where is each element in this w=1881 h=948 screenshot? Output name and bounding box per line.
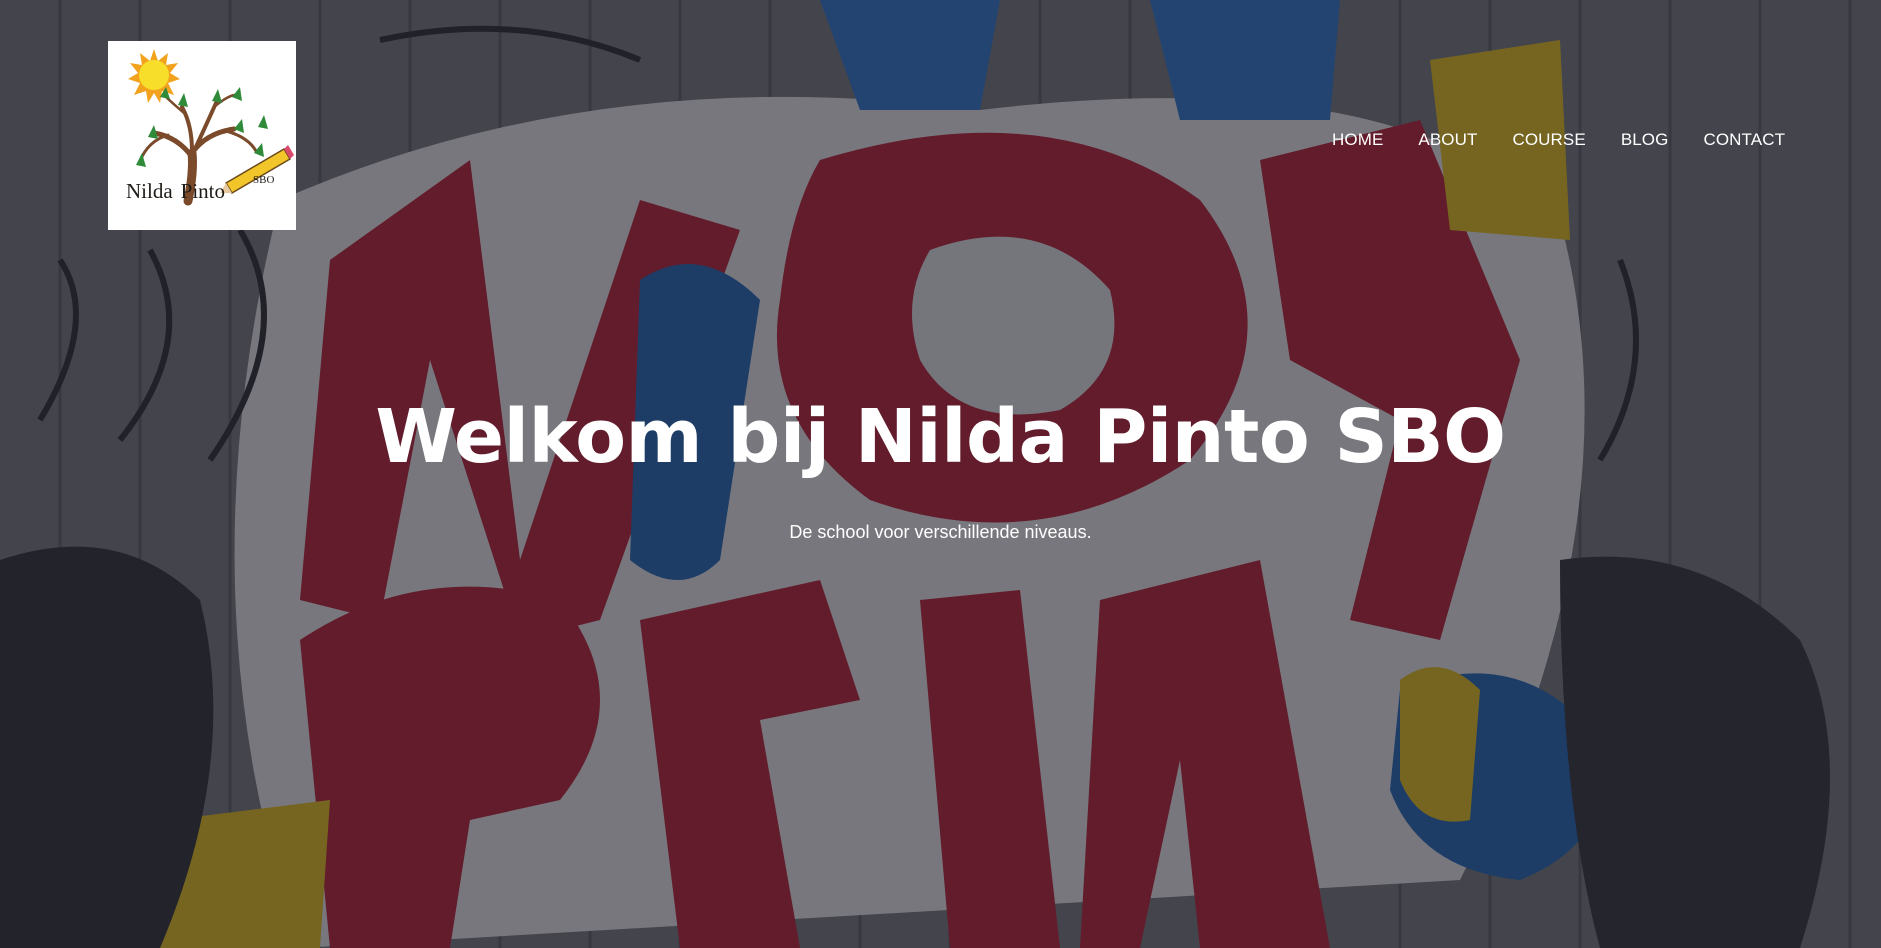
- nav-item-about[interactable]: ABOUT: [1418, 129, 1477, 151]
- nav-item-blog[interactable]: BLOG: [1621, 129, 1669, 151]
- hero-subtitle: De school voor verschillende niveaus.: [789, 522, 1092, 542]
- main-navigation: HOME ABOUT COURSE BLOG CONTACT: [1332, 129, 1785, 151]
- site-logo[interactable]: Nilda Pinto SBO: [108, 41, 296, 230]
- hero-section: Nilda Pinto SBO HOME ABOUT COURSE BLOG CO…: [0, 0, 1881, 948]
- nav-item-contact[interactable]: CONTACT: [1703, 129, 1785, 151]
- nav-item-course[interactable]: COURSE: [1512, 129, 1585, 151]
- sun-icon: [128, 49, 180, 103]
- logo-suffix: SBO: [253, 174, 275, 186]
- hero-title: Welkom bij Nilda Pinto SBO: [375, 394, 1506, 480]
- logo-wordmark: Nilda Pinto: [126, 179, 226, 203]
- tree-leaves: [136, 87, 268, 167]
- nav-item-home[interactable]: HOME: [1332, 129, 1383, 151]
